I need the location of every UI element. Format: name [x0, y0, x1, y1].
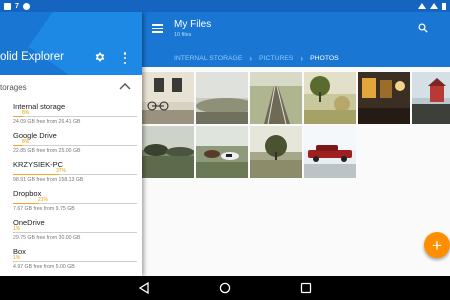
storage-usage-fill [13, 232, 15, 234]
chevron-up-icon[interactable] [119, 81, 131, 91]
storage-usage-fill [13, 203, 40, 205]
storage-usage-bar [13, 174, 137, 176]
storage-item[interactable]: Dropbox 21% 7.67 GB free from 9.75 GB [0, 186, 142, 215]
add-button[interactable]: + [424, 232, 450, 258]
photo-tree-meadow[interactable] [250, 126, 302, 178]
photo-cows-field[interactable] [196, 126, 248, 178]
storage-usage-fill [13, 174, 59, 176]
chevron-right-icon: › [300, 54, 304, 63]
storage-item[interactable]: OneDrive 1% 29.75 GB free from 30.00 GB [0, 215, 142, 244]
storage-name: Internal storage [13, 102, 66, 111]
photo-foggy-field[interactable] [196, 72, 248, 124]
storages-section-header[interactable]: torages [0, 75, 142, 99]
storage-usage-fill [13, 116, 23, 118]
breadcrumb: INTERNAL STORAGE › PICTURES › PHOTOS [174, 54, 339, 63]
gear-icon[interactable] [94, 51, 106, 63]
photos-icon [22, 2, 30, 10]
page-title: My Files [174, 19, 212, 30]
main-content: My Files 10 files INTERNAL STORAGE › PIC… [142, 12, 450, 276]
storage-item[interactable]: KRZYSIEK-PC 37% 98.91 GB free from 158.13 … [0, 157, 142, 186]
storage-usage-bar [13, 232, 137, 234]
back-icon[interactable] [138, 282, 150, 294]
home-icon[interactable] [219, 282, 231, 294]
photo-railway-tracks[interactable] [250, 72, 302, 124]
plus-icon: + [432, 235, 442, 255]
storage-detail: 29.75 GB free from 30.00 GB [13, 235, 81, 241]
overflow-menu-icon[interactable] [123, 52, 127, 64]
status-bar: 7 [0, 0, 450, 12]
storage-usage-bar [13, 116, 137, 118]
storage-list: Internal storage 8% 24.09 GB free from 26.… [0, 99, 142, 273]
app-name: olid Explorer [0, 51, 64, 63]
chevron-right-icon: › [249, 54, 253, 63]
breadcrumb-pictures[interactable]: PICTURES [259, 55, 293, 62]
storage-item[interactable]: Box 1% 4.97 GB free from 5.00 GB [0, 244, 142, 273]
notification-square-icon [4, 2, 11, 10]
photo-red-classic-car[interactable] [304, 126, 356, 178]
storage-usage-fill [13, 261, 15, 263]
storage-detail: 98.91 GB free from 158.13 GB [13, 177, 84, 183]
number-7-icon: 7 [15, 2, 19, 10]
photo-beach-hut[interactable] [412, 72, 450, 124]
recents-icon[interactable] [300, 282, 312, 294]
storage-usage-fill [13, 145, 23, 147]
hamburger-menu-icon[interactable] [152, 24, 163, 33]
search-icon[interactable] [418, 23, 428, 33]
wifi-icon [418, 3, 426, 9]
photo-trees-landscape[interactable] [142, 126, 194, 178]
storage-usage-bar [13, 203, 137, 205]
drawer-header: olid Explorer [0, 12, 142, 75]
storage-detail: 7.67 GB free from 9.75 GB [13, 206, 75, 212]
navigation-bar [0, 276, 450, 300]
storage-detail: 4.97 GB free from 5.00 GB [13, 264, 75, 270]
storage-item[interactable]: Internal storage 8% 24.09 GB free from 26.… [0, 99, 142, 128]
battery-icon [442, 2, 446, 10]
storage-item[interactable]: Google Drive 8% 22.85 GB free from 25.00 G… [0, 128, 142, 157]
navigation-drawer: olid Explorer torages Internal storage 8%… [0, 12, 142, 276]
photo-tree-hay-bale[interactable] [304, 72, 356, 124]
breadcrumb-internal-storage[interactable]: INTERNAL STORAGE [174, 55, 242, 62]
app-bar: My Files 10 files INTERNAL STORAGE › PIC… [142, 12, 450, 67]
photo-building-bicycle[interactable] [142, 72, 194, 124]
storage-detail: 24.09 GB free from 26.41 GB [13, 119, 81, 125]
signal-icon [430, 3, 438, 9]
storage-usage-bar [13, 261, 137, 263]
storage-name: Google Drive [13, 131, 57, 140]
storage-detail: 22.85 GB free from 25.00 GB [13, 148, 81, 154]
storage-usage-bar [13, 145, 137, 147]
breadcrumb-photos[interactable]: PHOTOS [310, 55, 339, 62]
photo-dark-windows[interactable] [358, 72, 410, 124]
file-count: 10 files [174, 32, 192, 38]
section-label: torages [0, 83, 27, 92]
